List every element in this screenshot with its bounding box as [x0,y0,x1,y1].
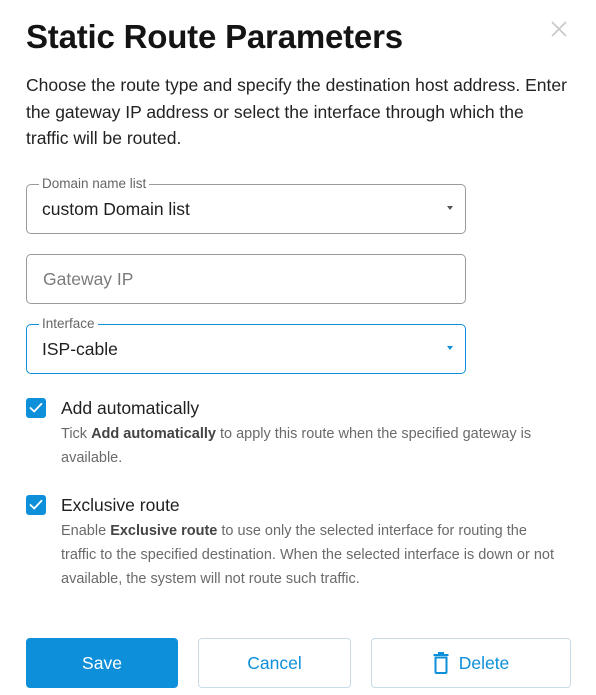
add-automatically-label[interactable]: Add automatically [61,398,199,419]
save-button[interactable]: Save [26,638,178,688]
exclusive-route-label[interactable]: Exclusive route [61,495,180,516]
gateway-ip-placeholder: Gateway IP [43,269,134,289]
checkmark-icon [29,499,43,510]
interface-select[interactable]: Interface ISP-cable [26,316,466,374]
cancel-button[interactable]: Cancel [198,638,351,688]
close-icon [551,21,567,37]
close-button[interactable] [547,17,571,41]
delete-button[interactable]: Delete [371,638,571,688]
domain-list-label: Domain name list [39,176,150,192]
add-automatically-checkbox[interactable] [26,398,46,418]
dialog-description: Choose the route type and specify the de… [26,75,567,148]
domain-list-select[interactable]: Domain name list custom Domain list [26,176,466,234]
add-automatically-help: Tick Add automatically to apply this rou… [61,426,532,466]
delete-button-label: Delete [458,652,510,673]
interface-value: ISP-cable [42,339,118,359]
exclusive-route-checkbox[interactable] [26,495,46,515]
caret-down-icon [447,206,453,210]
exclusive-route-help: Enable Exclusive route to use only the s… [61,523,555,587]
interface-label: Interface [39,316,98,332]
gateway-ip-input[interactable]: Gateway IP [26,254,466,304]
domain-list-value: custom Domain list [42,199,190,219]
trash-icon [433,652,449,674]
page-title: Static Route Parameters [26,18,403,55]
checkmark-icon [29,402,43,413]
caret-down-icon [447,346,453,350]
